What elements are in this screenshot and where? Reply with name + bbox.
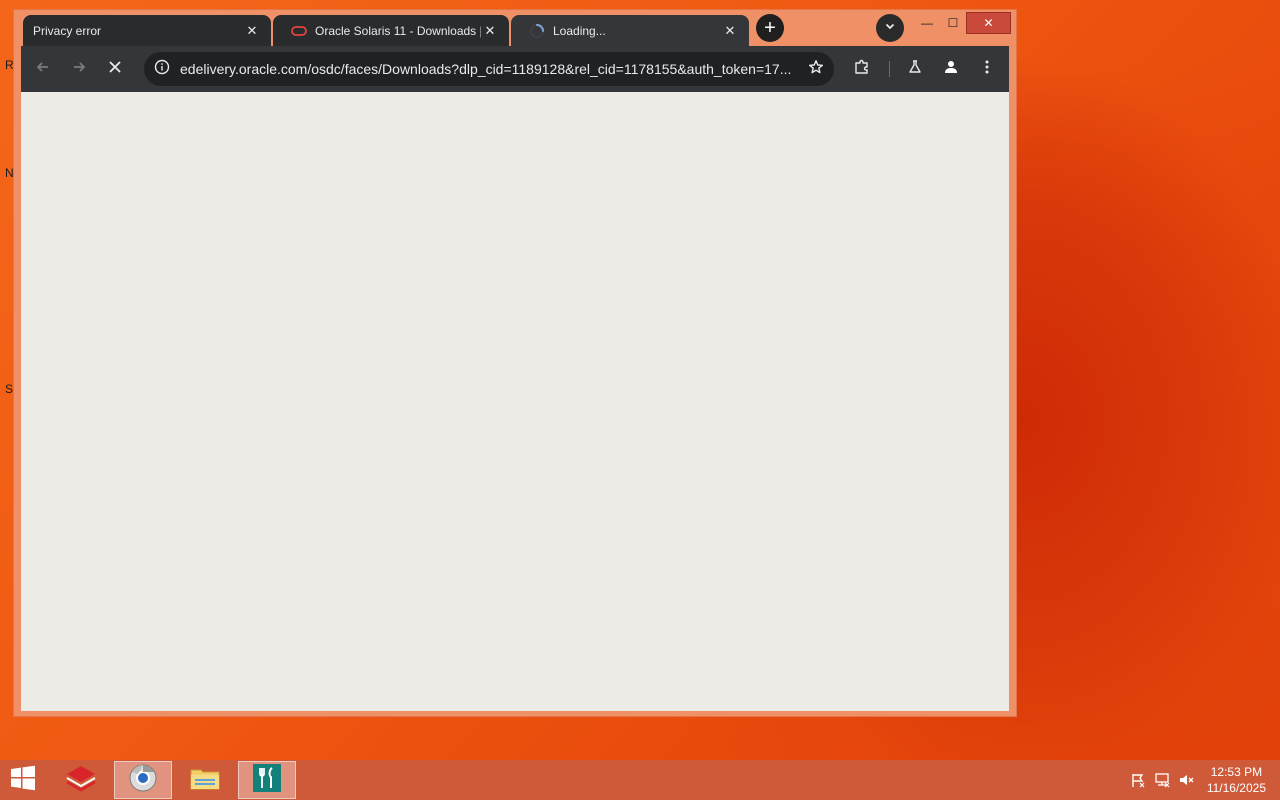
tab-close-button[interactable]: ✕ xyxy=(481,22,499,40)
arrow-left-icon xyxy=(35,59,51,80)
browser-menu-button[interactable] xyxy=(973,55,1001,83)
puzzle-icon xyxy=(853,58,871,81)
start-button[interactable] xyxy=(0,761,46,799)
tab-privacy-error[interactable]: Privacy error ✕ xyxy=(23,15,271,46)
windows-logo-icon xyxy=(10,765,36,796)
tab-close-button[interactable]: ✕ xyxy=(721,22,739,40)
network-icon[interactable] xyxy=(1154,772,1170,793)
taskbar-app-chrome[interactable] xyxy=(114,761,172,799)
address-bar[interactable]: edelivery.oracle.com/osdc/faces/Download… xyxy=(144,52,834,86)
browser-toolbar: edelivery.oracle.com/osdc/faces/Download… xyxy=(21,46,1009,92)
maximize-button[interactable]: ☐ xyxy=(942,12,964,34)
tab-strip: Privacy error ✕ Oracle Solaris 11 - Down… xyxy=(14,10,1016,46)
clock-date: 11/16/2025 xyxy=(1206,781,1266,795)
loading-spinner-icon xyxy=(529,23,545,39)
more-vertical-icon xyxy=(979,59,995,80)
action-center-flag-icon[interactable] xyxy=(1130,772,1146,793)
new-tab-button[interactable]: + xyxy=(756,14,784,42)
speaker-muted-icon[interactable] xyxy=(1178,772,1194,793)
browser-window: Privacy error ✕ Oracle Solaris 11 - Down… xyxy=(13,9,1017,717)
tab-oracle-solaris-downloads[interactable]: Oracle Solaris 11 - Downloads | ✕ xyxy=(273,15,509,46)
minimize-button[interactable]: — xyxy=(914,12,940,34)
fork-knife-icon xyxy=(252,763,282,798)
taskbar-app-file-explorer[interactable] xyxy=(176,761,234,799)
stacked-layers-icon xyxy=(64,763,98,798)
desktop-icon-label[interactable]: S xyxy=(5,382,13,396)
tab-title: Loading... xyxy=(553,23,606,38)
forward-button[interactable] xyxy=(65,55,93,83)
taskbar-app-utensils[interactable] xyxy=(238,761,296,799)
taskbar-clock[interactable]: 12:53 PM 11/16/2025 xyxy=(1207,764,1266,796)
back-button[interactable] xyxy=(29,55,57,83)
url-text[interactable]: edelivery.oracle.com/osdc/faces/Download… xyxy=(180,61,800,77)
chrome-browser-icon xyxy=(128,763,158,798)
close-icon xyxy=(108,60,122,79)
toolbar-separator xyxy=(889,61,890,77)
folder-icon xyxy=(189,764,221,797)
person-icon xyxy=(943,59,959,80)
page-content xyxy=(21,92,1009,711)
flask-icon xyxy=(907,59,923,80)
tab-search-button[interactable] xyxy=(876,14,904,42)
oracle-logo-icon xyxy=(291,23,307,39)
stop-loading-button[interactable] xyxy=(101,55,129,83)
labs-button[interactable] xyxy=(901,55,929,83)
chevron-down-icon xyxy=(884,19,896,37)
close-window-button[interactable]: ✕ xyxy=(966,12,1011,34)
arrow-right-icon xyxy=(71,59,87,80)
taskbar: 12:53 PM 11/16/2025 xyxy=(0,760,1280,800)
tab-close-button[interactable]: ✕ xyxy=(243,22,261,40)
taskbar-app-developer[interactable] xyxy=(52,761,110,799)
tab-title: Oracle Solaris 11 - Downloads | xyxy=(315,23,481,38)
bookmark-star-icon[interactable] xyxy=(808,59,824,80)
profile-button[interactable] xyxy=(937,55,965,83)
extensions-button[interactable] xyxy=(848,55,876,83)
tab-loading[interactable]: Loading... ✕ xyxy=(511,15,749,46)
tab-title: Privacy error xyxy=(33,23,102,38)
system-tray xyxy=(1130,772,1194,793)
clock-time: 12:53 PM xyxy=(1210,765,1263,779)
site-info-icon[interactable] xyxy=(154,59,170,80)
